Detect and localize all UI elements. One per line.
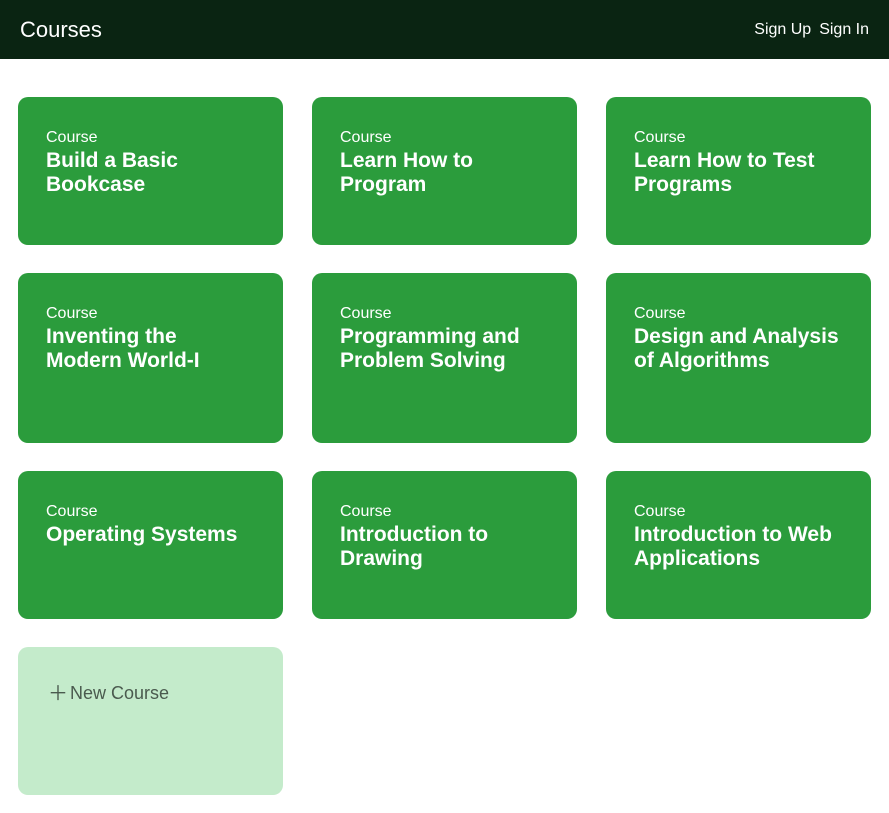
course-card[interactable]: Course Introduction to Drawing (312, 471, 577, 619)
navbar-brand[interactable]: Courses (20, 17, 102, 43)
course-label: Course (634, 129, 843, 147)
signup-link[interactable]: Sign Up (754, 21, 811, 39)
course-label: Course (46, 129, 255, 147)
course-card[interactable]: Course Design and Analysis of Algorithms (606, 273, 871, 443)
new-course-label: New Course (70, 683, 169, 704)
new-course-content: ＋ New Course (48, 683, 169, 704)
course-label: Course (340, 503, 549, 521)
course-label: Course (340, 129, 549, 147)
course-label: Course (46, 503, 255, 521)
course-title: Operating Systems (46, 523, 255, 547)
course-card[interactable]: Course Learn How to Test Programs (606, 97, 871, 245)
course-card[interactable]: Course Operating Systems (18, 471, 283, 619)
navbar-links: Sign Up Sign In (754, 21, 869, 39)
course-grid: Course Build a Basic Bookcase Course Lea… (18, 97, 871, 795)
course-title: Programming and Problem Solving (340, 325, 549, 373)
main-content: Course Build a Basic Bookcase Course Lea… (0, 59, 889, 813)
plus-icon: ＋ (48, 684, 68, 704)
course-card[interactable]: Course Build a Basic Bookcase (18, 97, 283, 245)
course-label: Course (634, 503, 843, 521)
new-course-card[interactable]: ＋ New Course (18, 647, 283, 795)
course-title: Build a Basic Bookcase (46, 149, 255, 197)
course-title: Inventing the Modern World-I (46, 325, 255, 373)
course-card[interactable]: Course Learn How to Program (312, 97, 577, 245)
course-title: Design and Analysis of Algorithms (634, 325, 843, 373)
course-label: Course (634, 305, 843, 323)
course-title: Learn How to Test Programs (634, 149, 843, 197)
course-title: Introduction to Drawing (340, 523, 549, 571)
navbar: Courses Sign Up Sign In (0, 0, 889, 59)
course-card[interactable]: Course Inventing the Modern World-I (18, 273, 283, 443)
course-label: Course (340, 305, 549, 323)
course-card[interactable]: Course Programming and Problem Solving (312, 273, 577, 443)
signin-link[interactable]: Sign In (819, 21, 869, 39)
course-label: Course (46, 305, 255, 323)
course-title: Introduction to Web Applications (634, 523, 843, 571)
course-title: Learn How to Program (340, 149, 549, 197)
course-card[interactable]: Course Introduction to Web Applications (606, 471, 871, 619)
